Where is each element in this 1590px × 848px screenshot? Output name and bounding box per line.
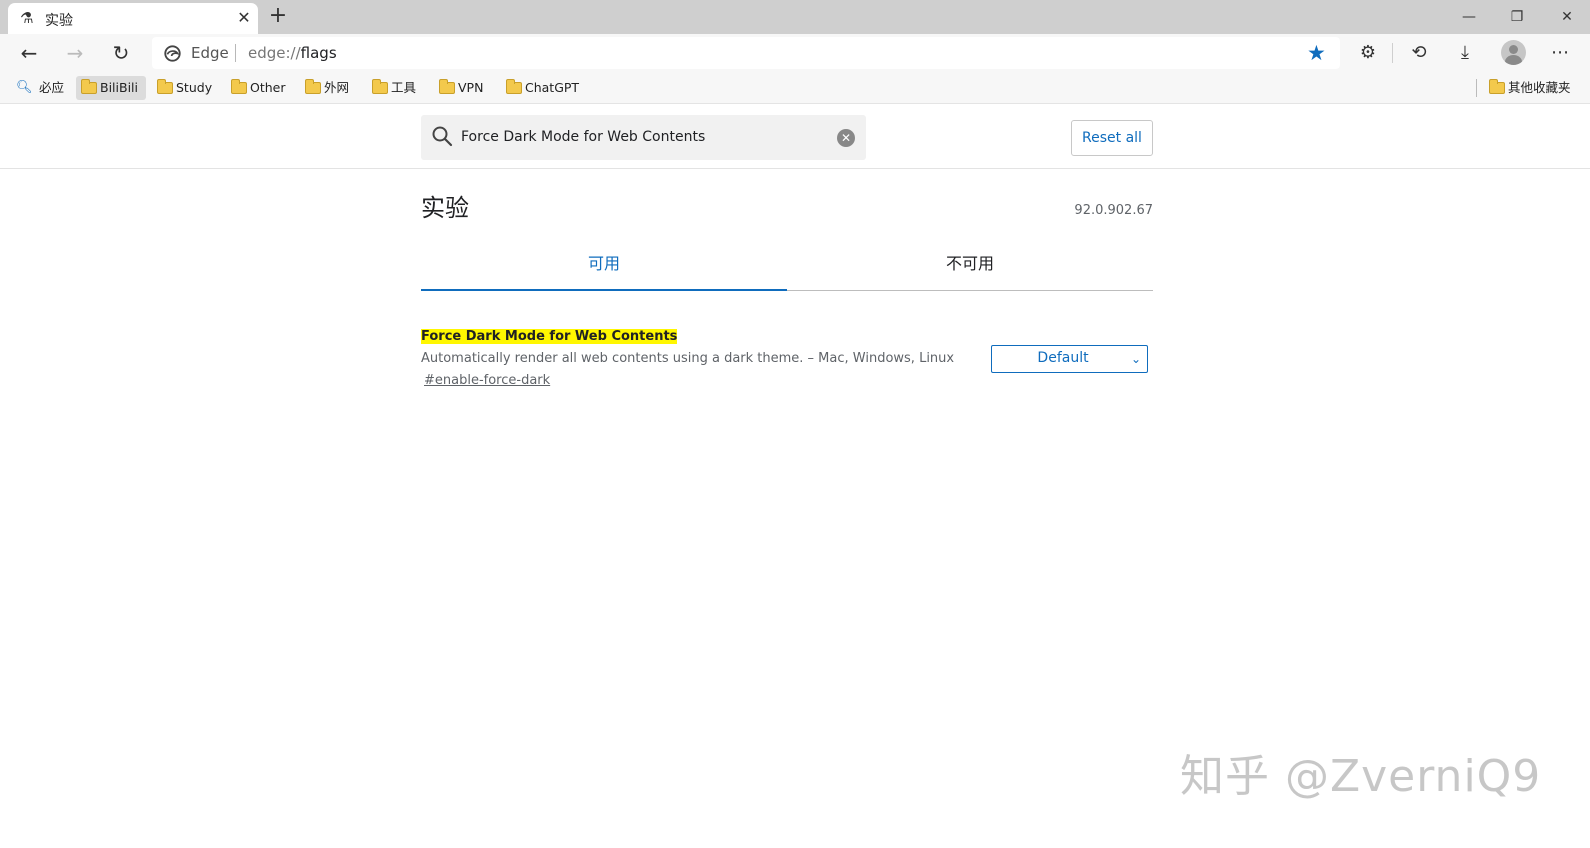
url-text[interactable]: edge://flags [248, 44, 337, 62]
extensions-icon[interactable]: ⚙ [1354, 39, 1382, 67]
flag-state-select[interactable]: Default ⌄ [991, 345, 1148, 373]
more-menu-icon[interactable]: ⋯ [1546, 39, 1574, 67]
page-title: 实验 [421, 194, 469, 222]
flag-description: Automatically render all web contents us… [421, 351, 955, 366]
flags-header: Force Dark Mode for Web Contents ✕ Reset… [0, 105, 1590, 169]
edge-logo-icon [164, 45, 181, 62]
folder-icon [231, 79, 247, 94]
downloads-icon[interactable]: ⤓ [1451, 39, 1479, 67]
clear-search-icon[interactable]: ✕ [837, 129, 855, 147]
version-label: 92.0.902.67 [1074, 203, 1153, 218]
tab-available[interactable]: 可用 [421, 240, 787, 291]
flag-permalink[interactable]: #enable-force-dark [424, 373, 550, 388]
flags-tabs: 可用 不可用 [421, 240, 1153, 291]
profile-avatar[interactable] [1501, 40, 1526, 65]
bookmark-folder-vpn[interactable]: VPN [434, 76, 483, 100]
url-host: flags [300, 44, 337, 62]
bookmarks-divider [1476, 79, 1477, 97]
new-tab-button[interactable]: + [266, 4, 290, 28]
edge-brand-label: Edge [191, 44, 229, 62]
restore-button[interactable]: ❐ [1494, 2, 1540, 32]
address-bar[interactable]: Edge edge://flags ★ [152, 37, 1340, 69]
search-icon [432, 126, 453, 147]
folder-icon [157, 79, 173, 94]
bookmark-folder-other-favorites[interactable]: 其他收藏夹 [1484, 76, 1590, 100]
folder-icon [1489, 79, 1505, 94]
omnibox-divider [235, 44, 236, 62]
toolbar: ← → ↻ Edge edge://flags ★ ⚙ ⟲ ⤓ ⋯ [0, 34, 1590, 72]
flag-state-value: Default [1037, 350, 1089, 366]
bookmark-folder-waiwang[interactable]: 外网 [300, 76, 349, 100]
close-window-button[interactable]: ✕ [1544, 2, 1590, 32]
folder-icon [81, 79, 97, 94]
tab-unavailable[interactable]: 不可用 [787, 240, 1153, 291]
bookmark-folder-study[interactable]: Study [152, 76, 212, 100]
folder-icon [506, 79, 522, 94]
forward-button[interactable]: → [61, 39, 89, 67]
folder-icon [372, 79, 388, 94]
tab-strip: ⚗ 实验 ✕ + — ❐ ✕ [0, 0, 1590, 34]
toolbar-divider [1392, 43, 1393, 63]
bookmark-folder-other[interactable]: Other [226, 76, 286, 100]
favorite-star-icon[interactable]: ★ [1307, 41, 1326, 65]
history-icon[interactable]: ⟲ [1405, 39, 1433, 67]
tab-title: 实验 [45, 13, 73, 29]
flask-icon: ⚗ [20, 9, 34, 27]
flags-search-box[interactable]: Force Dark Mode for Web Contents ✕ [421, 115, 866, 160]
close-tab-icon[interactable]: ✕ [234, 8, 254, 28]
folder-icon [439, 79, 455, 94]
bookmark-bing[interactable]: 必应 [39, 76, 64, 100]
bookmark-folder-chatgpt[interactable]: ChatGPT [501, 76, 579, 100]
browser-tab[interactable]: ⚗ 实验 ✕ [8, 3, 258, 34]
chevron-down-icon: ⌄ [1130, 352, 1141, 366]
back-button[interactable]: ← [15, 39, 43, 67]
flags-search-input[interactable]: Force Dark Mode for Web Contents [461, 129, 705, 145]
bookmark-folder-tools[interactable]: 工具 [367, 76, 416, 100]
flag-entry: Force Dark Mode for Web Contents Automat… [421, 326, 1153, 406]
reset-all-button[interactable]: Reset all [1071, 120, 1153, 156]
minimize-button[interactable]: — [1446, 2, 1492, 32]
search-icon: 🔍︎ [16, 80, 33, 95]
folder-icon [305, 79, 321, 94]
flag-name: Force Dark Mode for Web Contents [421, 329, 678, 344]
watermark: 知乎 @ZverniQ9 [1180, 751, 1542, 802]
refresh-button[interactable]: ↻ [107, 39, 135, 67]
bookmark-folder-bilibili[interactable]: BiliBili [76, 76, 146, 100]
bookmarks-bar: 🔍︎ 必应 BiliBili Study Other 外网 工具 VPN Cha… [0, 72, 1590, 104]
